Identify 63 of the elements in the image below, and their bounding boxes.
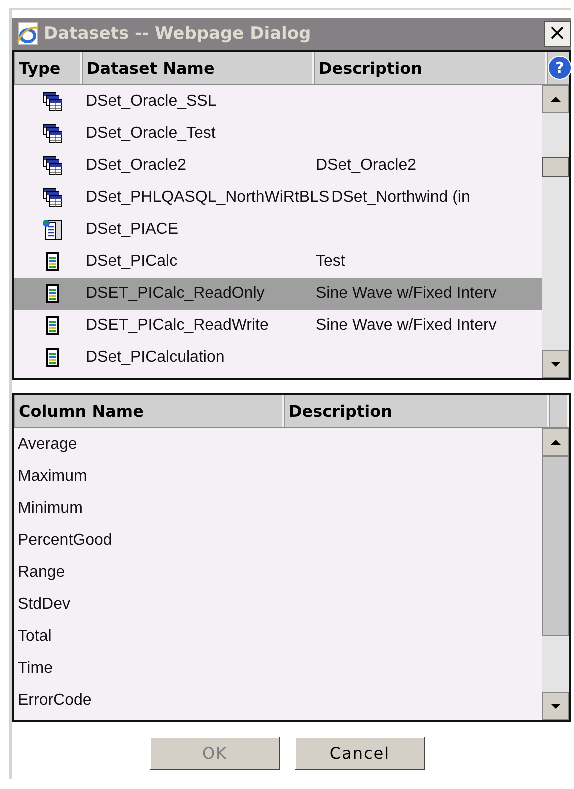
dataset-name: DSet_Oracle_SSL	[85, 93, 218, 111]
server-icon	[42, 219, 64, 241]
column-name: Total	[18, 628, 52, 646]
document-icon	[46, 316, 60, 336]
scroll-thumb[interactable]	[542, 157, 569, 177]
scrollbar[interactable]	[542, 85, 569, 378]
close-button[interactable]: ×	[544, 21, 571, 47]
stacked-windows-icon	[43, 124, 63, 144]
column-header[interactable]: Description	[284, 395, 549, 427]
dataset-name: DSet_PICalc	[85, 253, 179, 271]
column-name: ErrorCode	[18, 692, 92, 710]
scrollbar[interactable]	[542, 428, 569, 720]
up-arrow-icon	[550, 438, 562, 446]
column-header[interactable]: Dataset Name	[82, 52, 314, 84]
document-icon	[46, 348, 60, 368]
column-name: Maximum	[18, 468, 88, 486]
dataset-row[interactable]: DSet_Oracle_Test	[14, 118, 542, 150]
dataset-name: DSet_Oracle_Test	[85, 125, 217, 143]
document-icon	[46, 252, 60, 272]
scroll-down-button[interactable]	[542, 692, 569, 720]
cancel-button[interactable]: Cancel	[295, 737, 425, 770]
dataset-name: DSet_PIACE	[85, 221, 180, 239]
column-name: Range	[18, 564, 66, 582]
dataset-description: Test	[316, 253, 346, 271]
scroll-down-button[interactable]	[542, 350, 569, 378]
dataset-description: Sine Wave w/Fixed Interv	[316, 285, 497, 303]
dataset-row[interactable]: DSet_PHLQASQL_NorthWiRtBLS DSet_Northwind (in	[14, 182, 542, 214]
browser-icon	[16, 22, 40, 46]
scroll-thumb[interactable]	[542, 456, 569, 636]
dataset-row[interactable]: DSet_PICalculation	[14, 342, 542, 374]
dataset-row[interactable]: DSet_Oracle2 DSet_Oracle2	[14, 150, 542, 182]
dataset-description: Sine Wave w/Fixed Interv	[316, 317, 497, 335]
column-name: Time	[18, 660, 53, 678]
dataset-description: DSet_Oracle2	[316, 157, 416, 175]
stacked-windows-icon	[43, 156, 63, 176]
up-arrow-icon	[550, 96, 562, 102]
help-icon[interactable]: ?	[548, 56, 571, 80]
scroll-up-button[interactable]	[542, 85, 569, 113]
dataset-name: DSet_Oracle2	[85, 157, 188, 175]
column-name: Minimum	[18, 500, 83, 518]
dataset-name: DSET_PICalc_ReadWrite	[85, 317, 270, 335]
dataset-row[interactable]: DSet_PICalc Test	[14, 246, 542, 278]
window-title: Datasets -- Webpage Dialog	[44, 24, 312, 44]
column-header[interactable]: Column Name	[14, 395, 284, 427]
dataset-name: DSet_PHLQASQL_NorthWiRtBLS	[85, 189, 330, 207]
column-header[interactable]: Type	[14, 52, 82, 84]
column-header[interactable]: Description	[314, 52, 547, 84]
scroll-up-button[interactable]	[542, 428, 569, 456]
column-name: Average	[18, 436, 78, 454]
dataset-row[interactable]: DSet_PIACE	[14, 214, 542, 246]
column-name: PercentGood	[18, 532, 112, 550]
dataset-row[interactable]: DSet_Oracle_SSL	[14, 86, 542, 118]
dataset-name: DSet_PICalculation	[85, 349, 226, 367]
down-arrow-icon	[550, 360, 562, 368]
stacked-windows-icon	[43, 92, 63, 112]
dataset-row[interactable]: DSET_PICalc_ReadOnly Sine Wave w/Fixed Interv	[14, 278, 542, 310]
dataset-description: DSet_Northwind (in	[332, 189, 470, 207]
document-icon	[46, 284, 60, 304]
down-arrow-icon	[550, 702, 562, 710]
stacked-windows-icon	[43, 188, 63, 208]
column-name: StdDev	[18, 596, 70, 614]
dataset-name: DSET_PICalc_ReadOnly	[85, 285, 266, 303]
dataset-row[interactable]: DSET_PICalc_ReadWrite Sine Wave w/Fixed Interv	[14, 310, 542, 342]
